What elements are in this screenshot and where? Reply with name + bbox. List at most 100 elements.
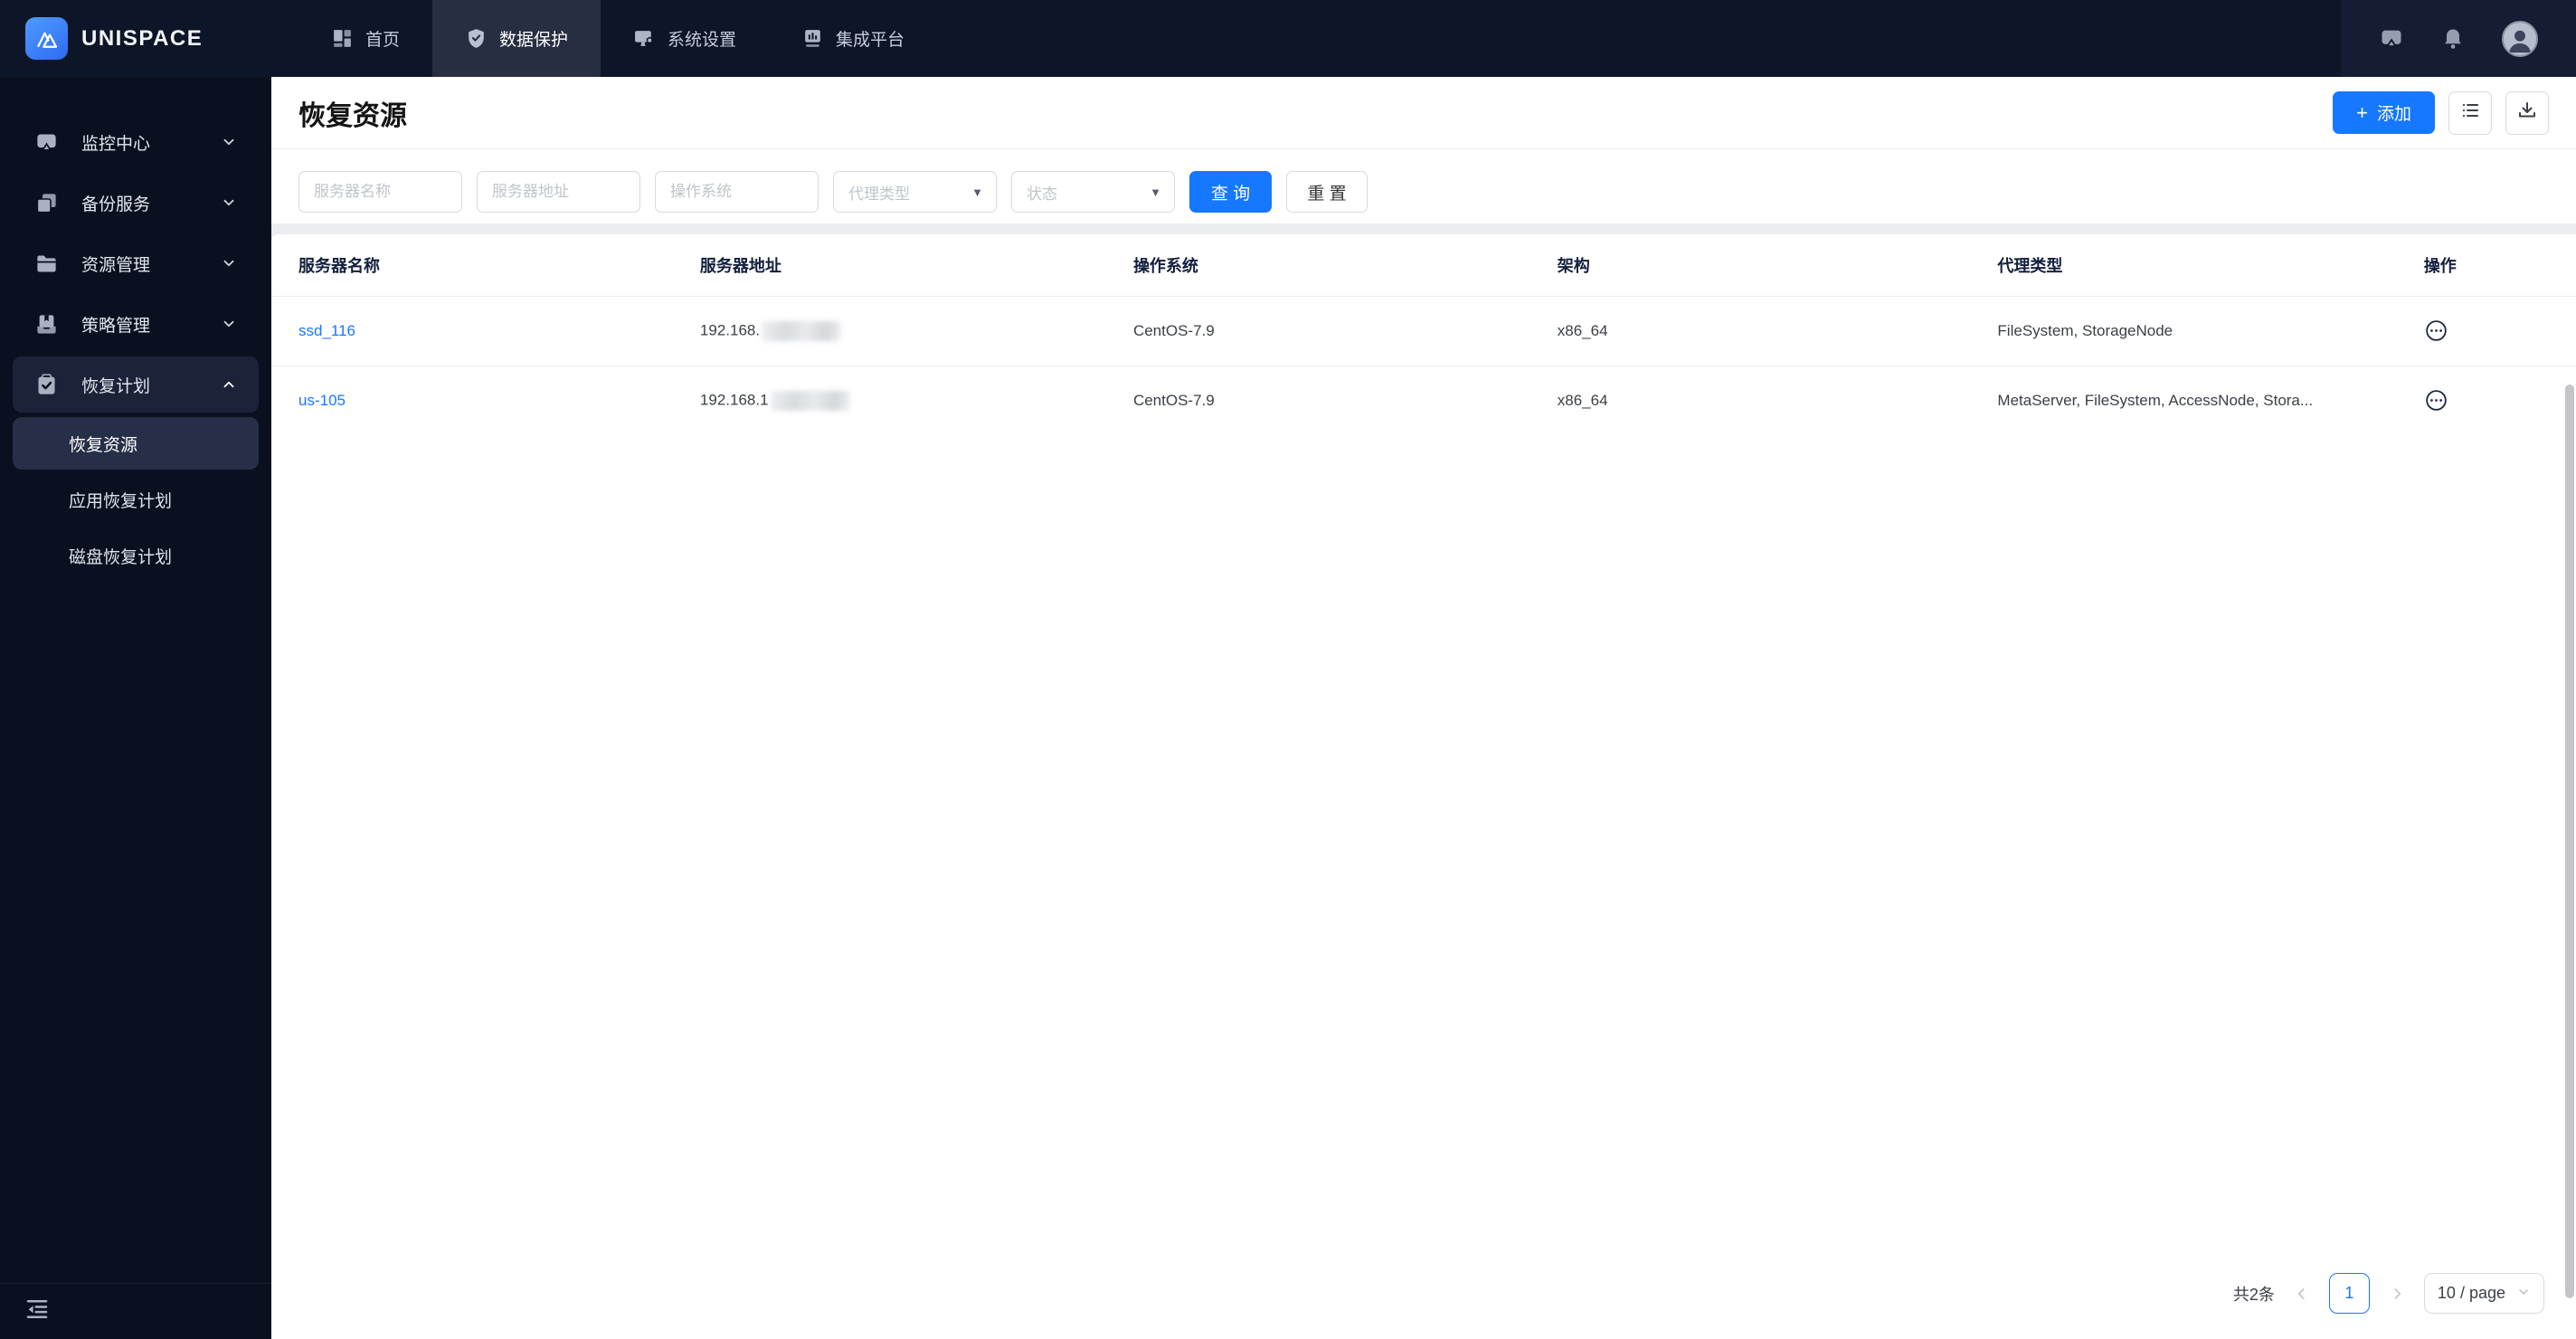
topnav: 首页 数据保护 系统设置 集成平台	[298, 0, 937, 77]
list-icon	[2459, 100, 2481, 126]
sidebar-child-label: 应用恢复计划	[69, 491, 173, 511]
sidebar-item-label: 资源管理	[81, 255, 151, 275]
os-cell: CentOS-7.9	[1132, 365, 1558, 435]
page-title: 恢复资源	[298, 100, 407, 131]
recovery-resources-table: 服务器名称 服务器地址 操作系统 架构 代理类型 操作 ssd_116 192.…	[271, 234, 2576, 435]
arch-cell: x86_64	[1557, 295, 1998, 366]
shield-check-icon	[465, 27, 488, 50]
archive-bookmark-icon	[34, 312, 62, 337]
col-header-os: 操作系统	[1132, 256, 1198, 275]
sidebar-child-label: 恢复资源	[69, 435, 138, 455]
server-name-link[interactable]: us-105	[298, 392, 346, 409]
sidebar-item-monitoring-center[interactable]: 监控中心	[13, 114, 259, 170]
table-row: ssd_116 192.168. CentOS-7.9 x86_64 FileS…	[271, 295, 2576, 366]
chevron-down-icon	[221, 316, 237, 332]
sidebar-item-recovery-plan[interactable]: 恢复计划	[13, 356, 259, 413]
server-name-link[interactable]: ssd_116	[298, 322, 355, 339]
folder-icon	[34, 252, 62, 276]
sidebar-item-label: 策略管理	[81, 316, 151, 336]
notification-bell-icon[interactable]	[2440, 26, 2466, 52]
card-gap	[271, 223, 2576, 234]
monitor-screen-icon	[34, 130, 62, 155]
sidebar-item-policy-management[interactable]: 策略管理	[13, 296, 259, 352]
pagination-page-1[interactable]: 1	[2328, 1273, 2370, 1314]
caret-down-icon: ▼	[1150, 185, 1161, 199]
main-content: 恢复资源 + 添加 服务器名称 服务器地址 操作系统 代理类型 ▼ 状态 ▼ 查…	[271, 77, 2576, 1339]
sidebar-item-label: 监控中心	[81, 134, 151, 154]
sidebar-item-disk-recovery-plan[interactable]: 磁盘恢复计划	[13, 529, 259, 582]
brand-logo-icon	[25, 17, 68, 60]
pagination-total: 共2条	[2232, 1285, 2275, 1304]
topnav-integration-platform[interactable]: 集成平台	[769, 0, 937, 77]
server-address-input[interactable]	[477, 171, 640, 213]
add-button[interactable]: + 添加	[2333, 91, 2435, 134]
home-grid-icon	[331, 27, 354, 50]
topbar-right	[2341, 0, 2576, 77]
row-actions-more-icon[interactable]	[2424, 388, 2451, 413]
sidebar-item-label: 备份服务	[81, 195, 151, 214]
sidebar-item-backup-service[interactable]: 备份服务	[13, 175, 259, 231]
os-cell: CentOS-7.9	[1132, 295, 1558, 366]
agent-type-select-placeholder: 代理类型	[848, 185, 910, 203]
sidebar-child-label: 磁盘恢复计划	[69, 547, 173, 567]
table-row: us-105 192.168.1 CentOS-7.9 x86_64 MetaS…	[271, 365, 2576, 435]
scrollbar-thumb[interactable]	[2565, 385, 2574, 1298]
col-header-agent-type: 代理类型	[1997, 256, 2063, 275]
sidebar-collapse-button[interactable]	[0, 1283, 271, 1339]
agent-type-cell: MetaServer, FileSystem, AccessNode, Stor…	[1997, 365, 2424, 435]
export-button[interactable]	[2505, 90, 2549, 135]
chevron-down-icon	[2516, 1285, 2531, 1302]
row-actions-more-icon[interactable]	[2424, 318, 2451, 343]
monitor-gear-icon	[633, 27, 656, 50]
agent-type-select[interactable]: 代理类型 ▼	[833, 171, 997, 213]
topnav-data-protection-label: 数据保护	[499, 31, 569, 50]
clipboard-check-icon	[34, 373, 62, 397]
topbar: UNISPACE 首页 数据保护 系统设置 集成平台	[0, 0, 2576, 77]
column-settings-button[interactable]	[2448, 90, 2492, 135]
brand: UNISPACE	[0, 0, 271, 77]
title-actions: + 添加	[2333, 90, 2549, 135]
agent-type-cell: FileSystem, StorageNode	[1997, 295, 2424, 366]
topnav-home-label: 首页	[365, 31, 401, 50]
app-root: UNISPACE 首页 数据保护 系统设置 集成平台 监控中心 备份服务 资源管…	[0, 0, 2576, 1339]
os-input[interactable]	[655, 171, 819, 213]
topnav-home[interactable]: 首页	[298, 0, 432, 77]
col-header-server-address: 服务器地址	[699, 256, 781, 275]
brand-name: UNISPACE	[81, 25, 204, 51]
status-select-placeholder: 状态	[1027, 185, 1057, 203]
message-icon[interactable]	[2379, 26, 2404, 52]
sidebar: 监控中心 备份服务 资源管理 策略管理 恢复计划 恢复资源 应用恢复计划 磁盘恢…	[0, 77, 271, 1339]
sidebar-item-app-recovery-plan[interactable]: 应用恢复计划	[13, 473, 259, 526]
reset-button[interactable]: 重 置	[1286, 171, 1368, 213]
topnav-system-settings[interactable]: 系统设置	[601, 0, 769, 77]
sidebar-item-label: 恢复计划	[81, 376, 151, 396]
chevron-down-icon	[221, 134, 237, 150]
page-size-value: 10 / page	[2437, 1284, 2505, 1302]
download-icon	[2516, 100, 2538, 126]
server-name-input[interactable]	[298, 171, 462, 213]
redacted-ip-blur	[762, 320, 842, 341]
collapse-menu-icon	[24, 1296, 51, 1327]
title-row: 恢复资源 + 添加	[271, 77, 2576, 149]
col-header-server-name: 服务器名称	[298, 256, 380, 275]
topnav-data-protection[interactable]: 数据保护	[432, 0, 601, 77]
page-header-card: 恢复资源 + 添加 服务器名称 服务器地址 操作系统 代理类型 ▼ 状态 ▼ 查…	[271, 77, 2576, 223]
caret-down-icon: ▼	[971, 185, 983, 199]
vertical-scrollbar[interactable]	[2565, 163, 2574, 1334]
plus-icon: +	[2356, 100, 2368, 124]
user-avatar[interactable]	[2502, 20, 2538, 57]
arch-cell: x86_64	[1557, 365, 1998, 435]
sidebar-item-resource-management[interactable]: 资源管理	[13, 235, 259, 291]
topnav-integration-platform-label: 集成平台	[836, 31, 905, 50]
chevron-up-icon	[221, 376, 237, 393]
status-select[interactable]: 状态 ▼	[1011, 171, 1175, 213]
chevron-down-icon	[221, 195, 237, 211]
page-size-select[interactable]: 10 / page	[2423, 1273, 2544, 1314]
chevron-down-icon	[221, 255, 237, 271]
pagination-next-button[interactable]	[2388, 1285, 2406, 1303]
add-button-label: 添加	[2376, 105, 2411, 124]
redacted-ip-blur	[770, 390, 850, 411]
pagination-prev-button[interactable]	[2293, 1285, 2311, 1303]
sidebar-item-recovery-resources[interactable]: 恢复资源	[13, 417, 259, 470]
search-button[interactable]: 查 询	[1189, 171, 1272, 213]
